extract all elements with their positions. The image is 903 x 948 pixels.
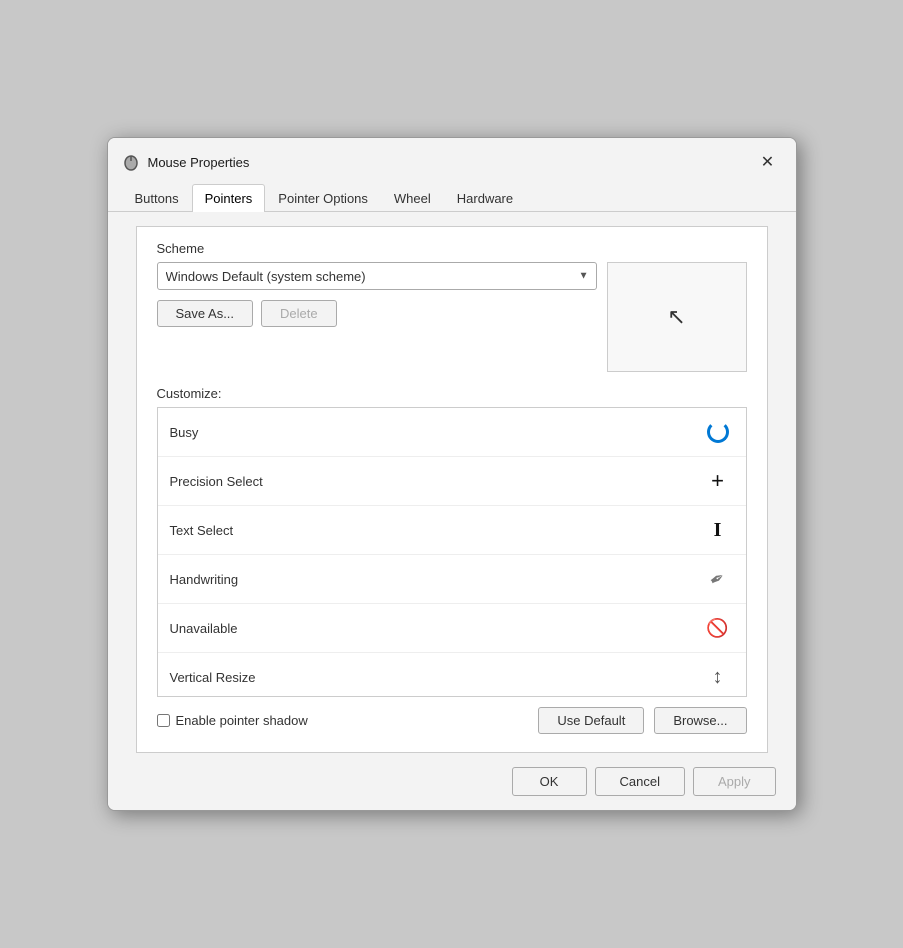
list-item-label: Busy [170,425,702,440]
mouse-properties-dialog: Mouse Properties ✕ Buttons Pointers Poin… [107,137,797,811]
tab-hardware[interactable]: Hardware [444,184,526,212]
tab-pointers[interactable]: Pointers [192,184,266,212]
tab-buttons[interactable]: Buttons [122,184,192,212]
dialog-title: Mouse Properties [148,155,754,170]
delete-button[interactable]: Delete [261,300,337,327]
busy-cursor-icon [702,416,734,448]
tab-wheel[interactable]: Wheel [381,184,444,212]
save-as-button[interactable]: Save As... [157,300,254,327]
use-default-button[interactable]: Use Default [538,707,644,734]
customize-list[interactable]: Busy Precision Select Text Select [157,407,747,697]
scheme-row: Windows Default (system scheme) ▼ Save A… [157,262,747,372]
browse-button[interactable]: Browse... [654,707,746,734]
crosshair-cursor-icon [702,465,734,497]
resize-v-cursor-icon [702,661,734,693]
enable-shadow-label[interactable]: Enable pointer shadow [157,713,308,728]
tab-pointer-options[interactable]: Pointer Options [265,184,381,212]
dialog-footer: OK Cancel Apply [108,753,796,810]
scheme-label: Scheme [157,241,747,256]
list-item[interactable]: Precision Select [158,457,746,506]
list-item[interactable]: Handwriting [158,555,746,604]
customize-section: Customize: Busy Precision Select [157,386,747,738]
list-item[interactable]: Busy [158,408,746,457]
customize-label: Customize: [157,386,747,401]
scheme-dropdown-wrapper: Windows Default (system scheme) ▼ [157,262,597,290]
title-bar: Mouse Properties ✕ [108,138,796,184]
scheme-section: Scheme Windows Default (system scheme) ▼… [157,241,747,372]
apply-button[interactable]: Apply [693,767,776,796]
list-item-label: Vertical Resize [170,670,702,685]
enable-shadow-checkbox[interactable] [157,714,170,727]
list-item-label: Unavailable [170,621,702,636]
list-item-label: Precision Select [170,474,702,489]
preview-cursor-icon [667,304,685,330]
scheme-dropdown[interactable]: Windows Default (system scheme) [157,262,597,290]
scheme-left: Windows Default (system scheme) ▼ Save A… [157,262,597,327]
scheme-preview [607,262,747,372]
text-cursor-icon [702,514,734,546]
dialog-content: Scheme Windows Default (system scheme) ▼… [108,212,796,753]
list-item[interactable]: Vertical Resize [158,653,746,697]
bottom-controls: Enable pointer shadow Use Default Browse… [157,697,747,738]
dialog-body: Scheme Windows Default (system scheme) ▼… [136,226,768,753]
list-item-label: Handwriting [170,572,702,587]
mouse-icon [122,153,140,171]
tab-bar: Buttons Pointers Pointer Options Wheel H… [108,184,796,212]
unavailable-cursor-icon [702,612,734,644]
close-button[interactable]: ✕ [754,148,782,176]
pen-cursor-icon [702,563,734,595]
enable-shadow-text: Enable pointer shadow [176,713,308,728]
scheme-buttons: Save As... Delete [157,300,597,327]
list-item-label: Text Select [170,523,702,538]
ok-button[interactable]: OK [512,767,587,796]
cancel-button[interactable]: Cancel [595,767,685,796]
list-item[interactable]: Unavailable [158,604,746,653]
list-item[interactable]: Text Select [158,506,746,555]
